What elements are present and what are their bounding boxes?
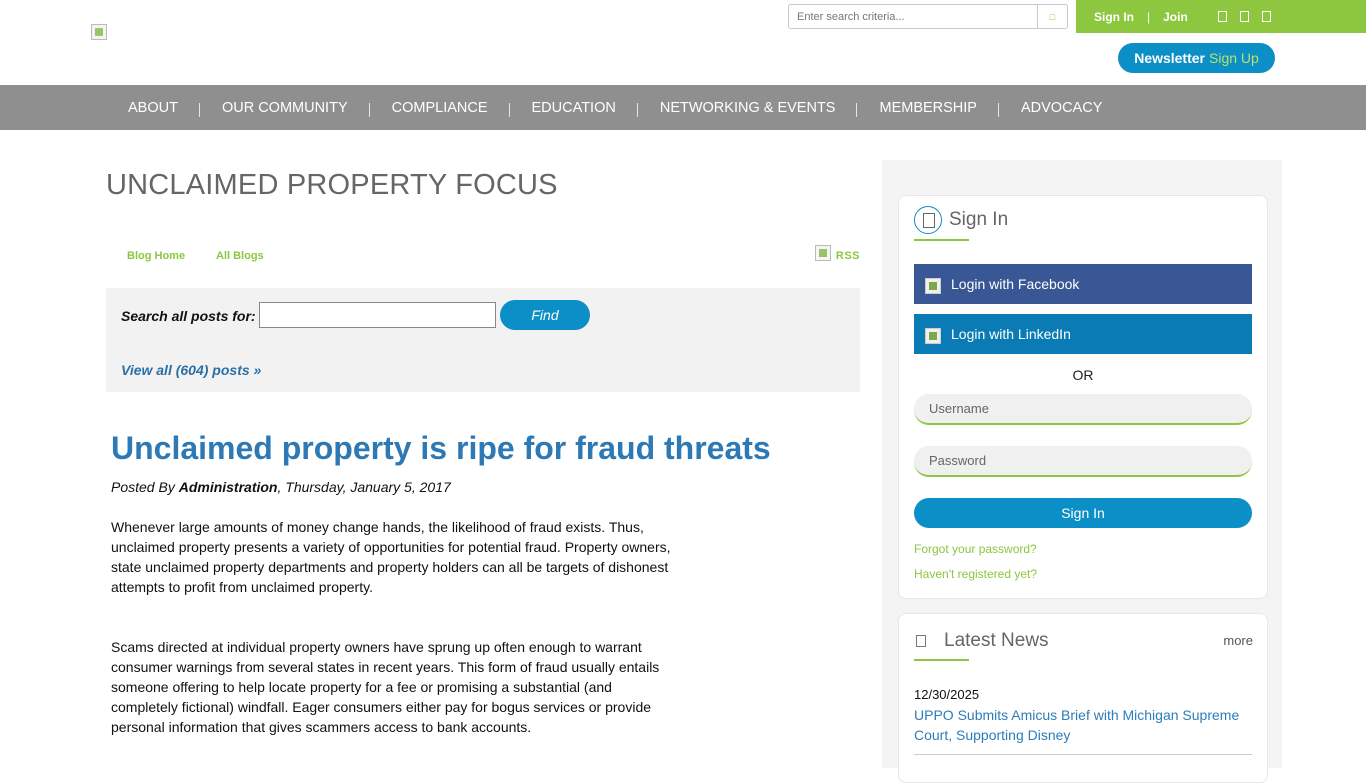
login-facebook-label: Login with Facebook xyxy=(951,276,1080,292)
nav-item-networking-events[interactable]: NETWORKING & EVENTS xyxy=(638,100,858,117)
sidebar: Sign In Login with Facebook Login with L… xyxy=(882,160,1282,783)
main-nav: ABOUT OUR COMMUNITY COMPLIANCE EDUCATION… xyxy=(0,85,1366,130)
social-links xyxy=(1217,11,1271,22)
blog-links-bar: Blog Home All Blogs RSS xyxy=(106,244,860,274)
post-author: Administration xyxy=(178,479,278,495)
social-icon[interactable] xyxy=(1217,11,1227,22)
header-sign-in-link[interactable]: Sign In xyxy=(1094,10,1134,24)
social-icon[interactable] xyxy=(1261,11,1271,22)
login-linkedin-button[interactable]: Login with LinkedIn xyxy=(914,314,1252,354)
site-search-input[interactable] xyxy=(789,5,1037,28)
find-button[interactable]: Find xyxy=(500,300,590,330)
post-paragraph: Scams directed at individual property ow… xyxy=(111,639,660,735)
rss-label: RSS xyxy=(835,250,860,262)
login-linkedin-label: Login with LinkedIn xyxy=(951,326,1071,342)
title-underline xyxy=(914,239,969,241)
blog-home-link[interactable]: Blog Home xyxy=(127,250,185,262)
forgot-password-link[interactable]: Forgot your password? xyxy=(914,542,1037,556)
post-meta: Posted By Administration, Thursday, Janu… xyxy=(111,479,711,495)
login-facebook-button[interactable]: Login with Facebook xyxy=(914,264,1252,304)
blog-search-panel: Search all posts for: Find View all (604… xyxy=(106,288,860,392)
post-date: , Thursday, January 5, 2017 xyxy=(277,479,451,495)
nav-item-membership[interactable]: MEMBERSHIP xyxy=(857,100,999,117)
linkedin-icon xyxy=(925,328,941,344)
news-date: 12/30/2025 xyxy=(914,687,980,702)
nav-item-our-community[interactable]: OUR COMMUNITY xyxy=(200,100,370,117)
page-title: UNCLAIMED PROPERTY FOCUS xyxy=(106,169,558,201)
news-divider xyxy=(914,754,1252,755)
post-paragraph: Whenever large amounts of money change h… xyxy=(111,519,671,595)
news-headline-link[interactable]: UPPO Submits Amicus Brief with Michigan … xyxy=(914,705,1252,745)
news-icon xyxy=(916,635,926,647)
view-all-posts-link[interactable]: View all (604) posts » xyxy=(121,362,261,378)
nav-item-compliance[interactable]: COMPLIANCE xyxy=(370,100,510,117)
site-header: □ Sign In | Join Newsletter Sign Up xyxy=(0,0,1366,85)
latest-news-card: Latest News more 12/30/2025 UPPO Submits… xyxy=(898,613,1268,783)
post-title[interactable]: Unclaimed property is ripe for fraud thr… xyxy=(111,430,771,467)
header-join-link[interactable]: Join xyxy=(1163,10,1188,24)
posted-by-label: Posted By xyxy=(111,479,179,495)
main-content: UNCLAIMED PROPERTY FOCUS Blog Home All B… xyxy=(106,160,860,735)
newsletter-signup-label: Sign Up xyxy=(1209,50,1259,66)
blog-post: Unclaimed property is ripe for fraud thr… xyxy=(111,430,771,737)
news-more-link[interactable]: more xyxy=(1223,633,1253,648)
latest-news-header: Latest News xyxy=(916,630,1049,652)
tablet-icon xyxy=(914,206,942,234)
site-logo[interactable] xyxy=(91,24,107,40)
blog-search-label: Search all posts for: xyxy=(121,308,256,324)
rss-link[interactable]: RSS xyxy=(814,244,860,262)
password-field[interactable]: Password xyxy=(914,446,1252,477)
blog-search-input[interactable] xyxy=(259,302,496,328)
sign-in-card: Sign In Login with Facebook Login with L… xyxy=(898,195,1268,599)
title-underline xyxy=(914,659,969,661)
latest-news-title: Latest News xyxy=(944,630,1049,651)
nav-item-advocacy[interactable]: ADVOCACY xyxy=(999,100,1124,116)
sign-in-header: Sign In xyxy=(914,206,1008,234)
rss-icon xyxy=(814,245,831,261)
sign-in-title: Sign In xyxy=(949,209,1009,230)
social-icon[interactable] xyxy=(1239,11,1249,22)
header-separator: | xyxy=(1147,9,1151,24)
search-icon[interactable]: □ xyxy=(1037,5,1067,28)
sign-in-button[interactable]: Sign In xyxy=(914,498,1252,528)
nav-item-education[interactable]: EDUCATION xyxy=(510,100,639,117)
facebook-icon xyxy=(925,278,941,294)
top-utility-bar: Sign In | Join xyxy=(1076,0,1366,33)
or-divider: OR xyxy=(1072,367,1094,383)
newsletter-label: Newsletter xyxy=(1134,50,1205,66)
username-field[interactable]: Username xyxy=(914,394,1252,425)
newsletter-signup-button[interactable]: Newsletter Sign Up xyxy=(1118,43,1275,73)
nav-item-about[interactable]: ABOUT xyxy=(106,100,200,117)
all-blogs-link[interactable]: All Blogs xyxy=(216,250,264,262)
site-search: □ xyxy=(788,4,1068,29)
register-link[interactable]: Haven't registered yet? xyxy=(914,567,1037,581)
